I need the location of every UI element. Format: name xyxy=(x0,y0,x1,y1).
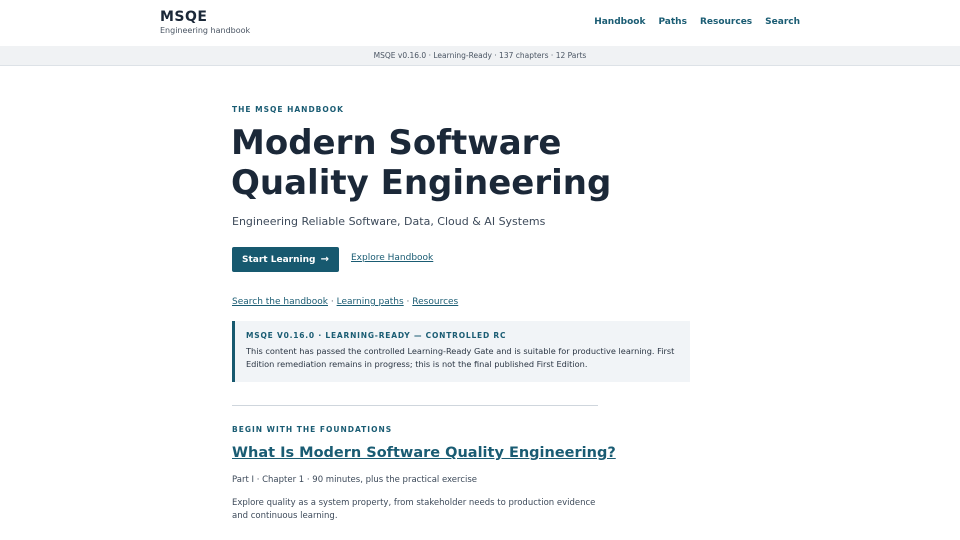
nav-link-resources[interactable]: Resources xyxy=(700,16,752,28)
notice-title: MSQE V0.16.0 · LEARNING-READY — CONTROLL… xyxy=(246,331,507,340)
nav-link-handbook[interactable]: Handbook xyxy=(594,16,645,28)
notice-body: This content has passed the controlled L… xyxy=(246,346,675,369)
quick-link-separator: · xyxy=(328,297,337,307)
quick-link-paths[interactable]: Learning paths xyxy=(337,297,404,307)
chapter-title-link[interactable]: What Is Modern Software Quality Engineer… xyxy=(232,445,616,461)
arrow-right-icon: → xyxy=(320,254,329,265)
quick-link-separator: · xyxy=(403,297,413,307)
quick-links: Search the handbook · Learning paths · R… xyxy=(232,297,458,307)
brand-subtitle: Engineering handbook xyxy=(160,26,251,35)
chapter-description: Explore quality as a system property, fr… xyxy=(232,498,596,521)
chapter-meta: Part I · Chapter 1 · 90 minutes, plus th… xyxy=(232,475,478,485)
release-notice: MSQE V0.16.0 · LEARNING-READY — CONTROLL… xyxy=(232,321,690,382)
nav-link-search[interactable]: Search xyxy=(765,16,800,28)
quick-link-search[interactable]: Search the handbook xyxy=(232,297,328,307)
nav-link-paths[interactable]: Paths xyxy=(658,16,687,28)
start-learning-label: Start Learning xyxy=(242,254,316,265)
quick-link-resources[interactable]: Resources xyxy=(412,297,458,307)
section-divider xyxy=(232,405,598,406)
hero-subtitle: Engineering Reliable Software, Data, Clo… xyxy=(232,215,546,228)
foundations-eyebrow: BEGIN WITH THE FOUNDATIONS xyxy=(232,425,393,434)
version-status-text: MSQE v0.16.0 · Learning-Ready · 137 chap… xyxy=(373,51,587,60)
page-title: Modern Software Quality Engineering xyxy=(231,123,612,203)
start-learning-button[interactable]: Start Learning → xyxy=(232,247,339,272)
version-status-bar: MSQE v0.16.0 · Learning-Ready · 137 chap… xyxy=(0,46,960,66)
hero-eyebrow: THE MSQE HANDBOOK xyxy=(232,105,344,114)
site-header: MSQE Engineering handbook Handbook Paths… xyxy=(0,0,960,46)
brand-title: MSQE xyxy=(160,9,208,25)
main-nav: Handbook Paths Resources Search xyxy=(594,16,800,28)
explore-handbook-link[interactable]: Explore Handbook xyxy=(351,253,433,263)
brand-logo-link[interactable]: MSQE Engineering handbook xyxy=(160,9,250,36)
